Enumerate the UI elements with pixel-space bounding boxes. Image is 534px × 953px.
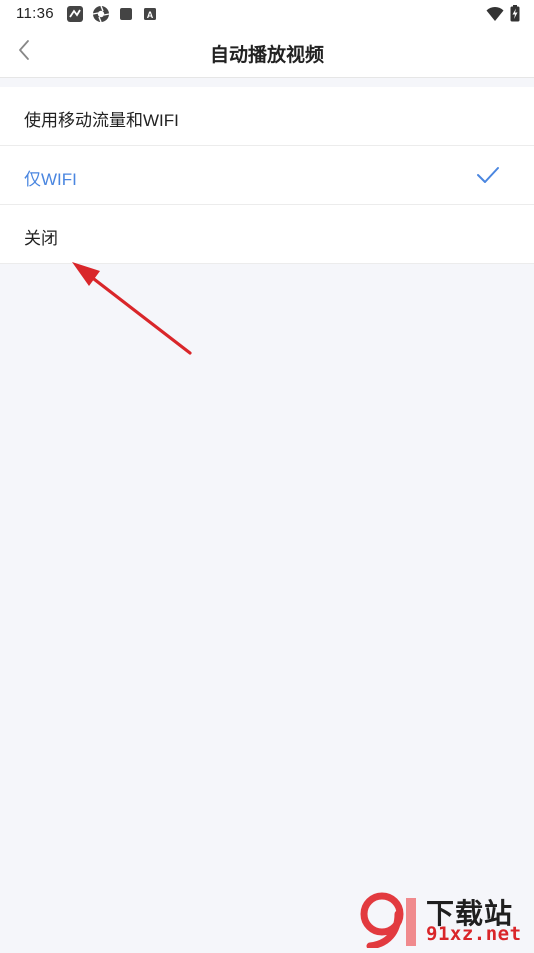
svg-text:A: A <box>147 10 154 20</box>
status-bar: 11:36 A <box>0 0 534 28</box>
checkmark-icon <box>476 165 500 190</box>
aperture-icon <box>92 5 110 28</box>
app-header: 自动播放视频 <box>0 28 534 78</box>
watermark: 下载站 91xz.net <box>358 892 528 950</box>
option-label: 仅WIFI <box>24 170 77 189</box>
annotation-arrow-icon <box>60 252 200 367</box>
battery-charging-icon <box>510 5 520 27</box>
option-label: 使用移动流量和WIFI <box>24 111 179 130</box>
status-icons-left: A <box>66 5 158 28</box>
wifi-icon <box>486 6 504 27</box>
status-icons-right <box>486 5 520 27</box>
status-time: 11:36 <box>16 5 54 22</box>
watermark-domain: 91xz.net <box>426 923 522 945</box>
option-label: 关闭 <box>24 229 58 248</box>
letter-a-icon: A <box>142 6 158 27</box>
app-notification-icon <box>66 5 84 28</box>
option-wifi-only[interactable]: 仅WIFI <box>0 146 534 205</box>
watermark-logo-icon <box>358 892 422 953</box>
page-title: 自动播放视频 <box>209 45 324 66</box>
option-mobile-data-and-wifi[interactable]: 使用移动流量和WIFI <box>0 87 534 146</box>
square-icon <box>118 6 134 27</box>
options-list: 使用移动流量和WIFI 仅WIFI 关闭 <box>0 87 534 264</box>
